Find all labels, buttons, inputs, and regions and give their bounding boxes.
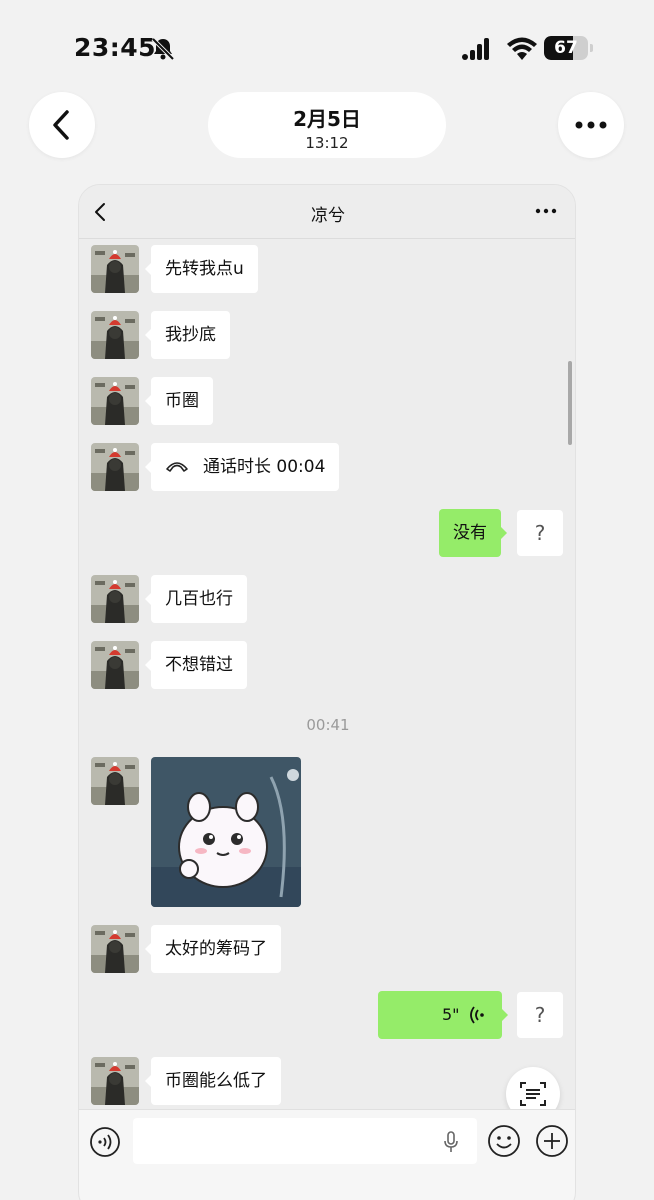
message-bubble[interactable]: 币圈能么低了 [145, 1057, 281, 1105]
message-bubble[interactable]: 我抄底 [145, 311, 230, 359]
scrollbar[interactable] [568, 361, 572, 445]
sticker-hamster-illustration [151, 757, 301, 907]
voice-toggle-icon[interactable] [89, 1126, 121, 1158]
avatar[interactable] [91, 311, 139, 359]
contact-name: 凉兮 [311, 206, 345, 226]
avatar-image [91, 377, 139, 425]
sender-avatar-placeholder[interactable]: ? [517, 510, 563, 556]
call-record-bubble[interactable]: 通话时长 00:04 [144, 443, 340, 491]
avatar[interactable] [91, 245, 139, 293]
avatar-image [91, 641, 139, 689]
chat-screenshot-card: 凉兮 先转我点u 我抄底 币圈 通话时长 00:04 没有 ? 几百也行 不想错… [78, 184, 576, 1200]
avatar-image [91, 311, 139, 359]
message-bubble[interactable]: 几百也行 [145, 575, 247, 623]
call-duration-text: 通话时长 00:04 [203, 457, 326, 477]
chat-timestamp: 00:41 [306, 716, 350, 734]
voice-message-bubble[interactable]: 5" [378, 991, 508, 1039]
date-pill: 2月5日 13:12 [208, 92, 446, 158]
more-button[interactable] [558, 92, 624, 158]
call-icon [166, 461, 188, 472]
message-input[interactable] [133, 1118, 477, 1164]
avatar[interactable] [91, 641, 139, 689]
battery-icon: 67 [544, 36, 594, 60]
sticker-image[interactable] [151, 757, 301, 907]
avatar-image [91, 245, 139, 293]
avatar[interactable] [91, 1057, 139, 1105]
status-bar: 23:45 67 [0, 0, 654, 90]
avatar[interactable] [91, 925, 139, 973]
voice-wave-icon [470, 1006, 484, 1024]
date-label: 2月5日 [293, 107, 361, 131]
signal-icon [462, 38, 489, 60]
status-time: 23:45 [74, 33, 157, 62]
message-bubble[interactable]: 不想错过 [145, 641, 247, 689]
input-bar [79, 1109, 575, 1200]
back-icon [53, 110, 69, 140]
avatar-image [91, 575, 139, 623]
plus-icon[interactable] [535, 1124, 569, 1158]
emoji-icon[interactable] [487, 1124, 521, 1158]
avatar-image [91, 1057, 139, 1105]
chat-more-icon[interactable] [533, 201, 559, 221]
battery-level: 67 [554, 38, 578, 58]
avatar[interactable] [91, 575, 139, 623]
more-icon [575, 121, 607, 129]
message-bubble-outgoing[interactable]: 没有 [439, 509, 507, 557]
avatar[interactable] [91, 377, 139, 425]
wifi-icon [507, 37, 537, 60]
avatar-image [91, 443, 139, 491]
avatar-image [91, 757, 139, 805]
chat-header: 凉兮 [79, 185, 575, 239]
bell-slash-icon [151, 37, 175, 61]
message-bubble[interactable]: 币圈 [145, 377, 213, 425]
avatar[interactable] [91, 443, 139, 491]
time-label: 13:12 [305, 134, 349, 152]
message-bubble[interactable]: 太好的筹码了 [145, 925, 281, 973]
avatar[interactable] [91, 757, 139, 805]
sender-avatar-placeholder[interactable]: ? [517, 992, 563, 1038]
mic-icon[interactable] [443, 1131, 459, 1153]
message-bubble[interactable]: 先转我点u [145, 245, 258, 293]
back-button[interactable] [29, 92, 95, 158]
avatar-image [91, 925, 139, 973]
voice-duration: 5" [442, 1005, 460, 1024]
